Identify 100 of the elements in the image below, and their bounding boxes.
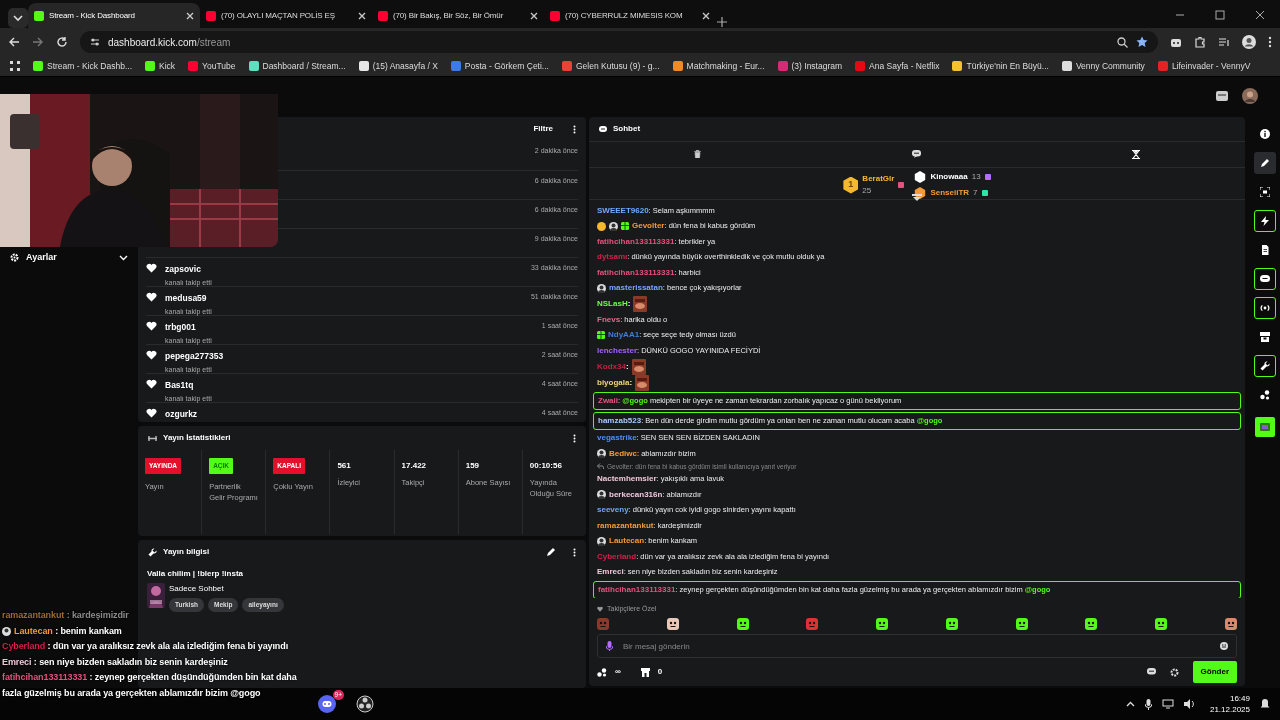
more-icon[interactable] [573,124,576,134]
more-icon[interactable] [573,547,576,557]
stream-title: Valla chilim | !blerp !insta [147,568,245,580]
bookmark[interactable]: Lifeinvader - VennyV [1157,59,1251,73]
mention: @gogo [230,687,261,698]
more-icon[interactable] [573,433,576,443]
chat-bubble-icon[interactable] [912,150,921,158]
emote-icon[interactable] [1015,618,1028,630]
close-icon[interactable] [702,11,710,20]
rank-badge: 1 [843,176,859,194]
close-icon[interactable] [530,11,538,20]
lightning-icon[interactable] [1254,210,1276,232]
tab-list-icon[interactable] [8,8,28,28]
browser-tab[interactable]: (70) Bir Bakış, Bir Söz, Bir Ömür [372,3,544,28]
new-tab-icon[interactable] [716,16,728,28]
user-avatar-icon[interactable] [1242,87,1258,104]
bookmark[interactable]: Posta - Görkem Çeti... [450,59,549,73]
hourglass-icon[interactable] [1131,150,1140,159]
chevron-up-icon[interactable] [1125,701,1135,707]
wrench-icon[interactable] [1254,355,1276,377]
leader-name[interactable]: Kinowaaa [930,171,968,183]
browser-tab[interactable]: (70) CYBERRULZ MIMESIS KOM [544,3,716,28]
emote-icon[interactable] [736,618,749,630]
follower-name[interactable]: Bas1tq [165,379,212,392]
emote-icon[interactable] [1085,618,1098,630]
bookmark[interactable]: Kick [145,59,176,73]
separator: : [629,376,633,389]
leader-name[interactable]: BeratGlr [862,173,895,185]
back-icon[interactable] [8,36,20,48]
bookmark[interactable]: Gelen Kutusu (9) - g... [561,59,660,73]
close-icon[interactable] [358,11,366,20]
address-bar[interactable]: dashboard.kick.com/stream [80,31,1158,53]
points-icon [597,667,607,677]
message-input[interactable]: Bir mesaj gönderin [621,635,1212,657]
send-button[interactable]: Gönder [1192,661,1237,683]
panel-title: Yayın bilgisi [163,546,210,558]
puzzle-icon[interactable] [1194,36,1206,48]
emote-icon[interactable] [876,618,889,630]
follower-name[interactable]: trbg001 [165,321,212,334]
bookmark[interactable]: Venny Community [1061,59,1145,73]
maximize-icon[interactable] [1214,9,1226,21]
notification-bell-icon[interactable] [1260,699,1270,709]
leader-name[interactable]: SenseiiTR [930,187,970,199]
reload-icon[interactable] [56,36,68,48]
emote-icon[interactable] [1155,618,1168,630]
more-icon[interactable] [1268,36,1272,48]
extension-icon[interactable] [1170,36,1182,48]
star-icon[interactable] [1136,36,1148,48]
username[interactable]: NSLasH [597,298,628,310]
trash-icon[interactable] [694,150,702,158]
chat-bubble-icon[interactable] [1146,668,1156,676]
bookmark[interactable]: Ana Sayfa - Netflix [855,59,940,73]
follower-name[interactable]: ozgurkz [165,408,198,421]
app-launcher-icon[interactable] [1255,417,1275,437]
emote-icon[interactable] [666,618,679,630]
collapse-icon[interactable] [912,194,922,201]
close-icon[interactable] [1254,9,1266,21]
username[interactable]: Bediwc [609,448,637,458]
bookmark[interactable]: (3) Instagram [777,59,843,73]
zoom-icon[interactable] [1117,36,1128,48]
browser-tab[interactable]: Stream - Kick Dashboard [28,3,200,28]
emote-icon[interactable] [945,618,958,630]
username: Cyberland [2,641,46,651]
store-icon[interactable] [640,667,650,677]
bookmark[interactable]: Dashboard / Stream... [248,59,346,73]
chat-bubble-icon [599,125,607,133]
category-name[interactable]: Sadece Sohbet [169,583,284,595]
microphone-icon[interactable] [1144,698,1152,710]
close-icon[interactable] [186,11,194,20]
forward-icon[interactable] [32,36,44,48]
stream-manager-icon[interactable] [1216,90,1228,101]
follower-name[interactable]: zapsovic [165,263,212,276]
profile-avatar-icon[interactable] [1242,35,1256,49]
username[interactable]: Zwaii [598,395,618,405]
filter-button[interactable]: Filtre [533,123,553,135]
bookmark[interactable]: YouTube [188,59,236,73]
playlist-icon[interactable] [1218,36,1230,48]
network-icon[interactable] [1161,699,1174,709]
bookmark[interactable]: Stream - Kick Dashb... [33,59,133,73]
settings-icon[interactable] [1169,667,1179,677]
bookmark[interactable]: Matchmaking - Eur... [672,59,765,73]
clock[interactable]: 16:49 21.12.2025 [1209,693,1250,715]
emoji-icon[interactable] [1220,642,1228,650]
bookmark[interactable]: Türkiye'nin En Büyü... [952,59,1049,73]
volume-icon[interactable] [1183,699,1196,709]
chat-bubble-icon[interactable] [1254,268,1276,290]
settings-menu-item[interactable]: Ayarlar [0,251,138,265]
follower-name[interactable]: medusa59 [165,292,212,305]
follower-name[interactable]: pepega277353 [165,350,224,363]
message-field[interactable]: Bir mesaj gönderin [597,634,1237,658]
edit-icon[interactable] [546,547,555,557]
emote-icon[interactable] [1224,618,1237,630]
browser-tab[interactable]: (70) OLAYLI MAÇTAN POLİS EŞ [200,3,372,28]
apps-icon[interactable] [10,61,20,71]
bookmark[interactable]: (15) Anasayfa / X [358,59,438,73]
broadcast-icon[interactable] [1254,297,1276,319]
discord-icon[interactable] [318,695,336,713]
gift-icon [981,190,988,196]
obs-icon[interactable] [356,695,374,713]
edit-icon[interactable] [1254,152,1276,174]
